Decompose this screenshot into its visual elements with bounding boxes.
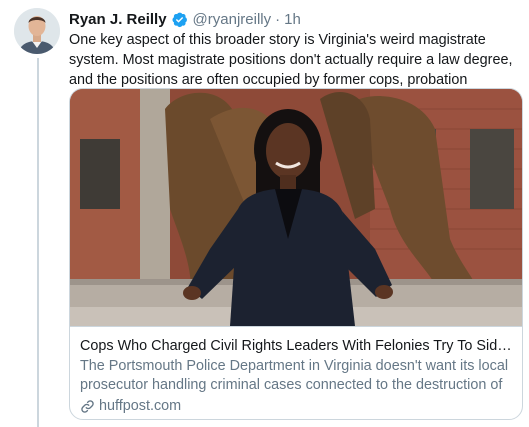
separator-dot: · [275, 10, 281, 28]
card-description: The Portsmouth Police Department in Virg… [80, 358, 509, 393]
thread-line [37, 58, 39, 427]
card-meta: Cops Who Charged Civil Rights Leaders Wi… [70, 326, 522, 418]
link-icon [81, 399, 94, 413]
verified-badge-icon [171, 11, 188, 28]
tweet-header: Ryan J. Reilly @ryanjreilly · 1h [69, 9, 519, 29]
avatar-image [14, 8, 60, 54]
card-domain-text: huffpost.com [99, 398, 182, 414]
avatar[interactable] [14, 8, 60, 54]
author-handle[interactable]: @ryanjreilly [193, 11, 272, 28]
card-domain: huffpost.com [80, 396, 512, 416]
author-name[interactable]: Ryan J. Reilly [69, 11, 167, 28]
tweet-timestamp[interactable]: 1h [284, 11, 301, 28]
card-image [70, 89, 522, 326]
link-preview-card[interactable]: Cops Who Charged Civil Rights Leaders Wi… [69, 88, 523, 420]
card-title[interactable]: Cops Who Charged Civil Rights Leaders Wi… [80, 337, 512, 356]
